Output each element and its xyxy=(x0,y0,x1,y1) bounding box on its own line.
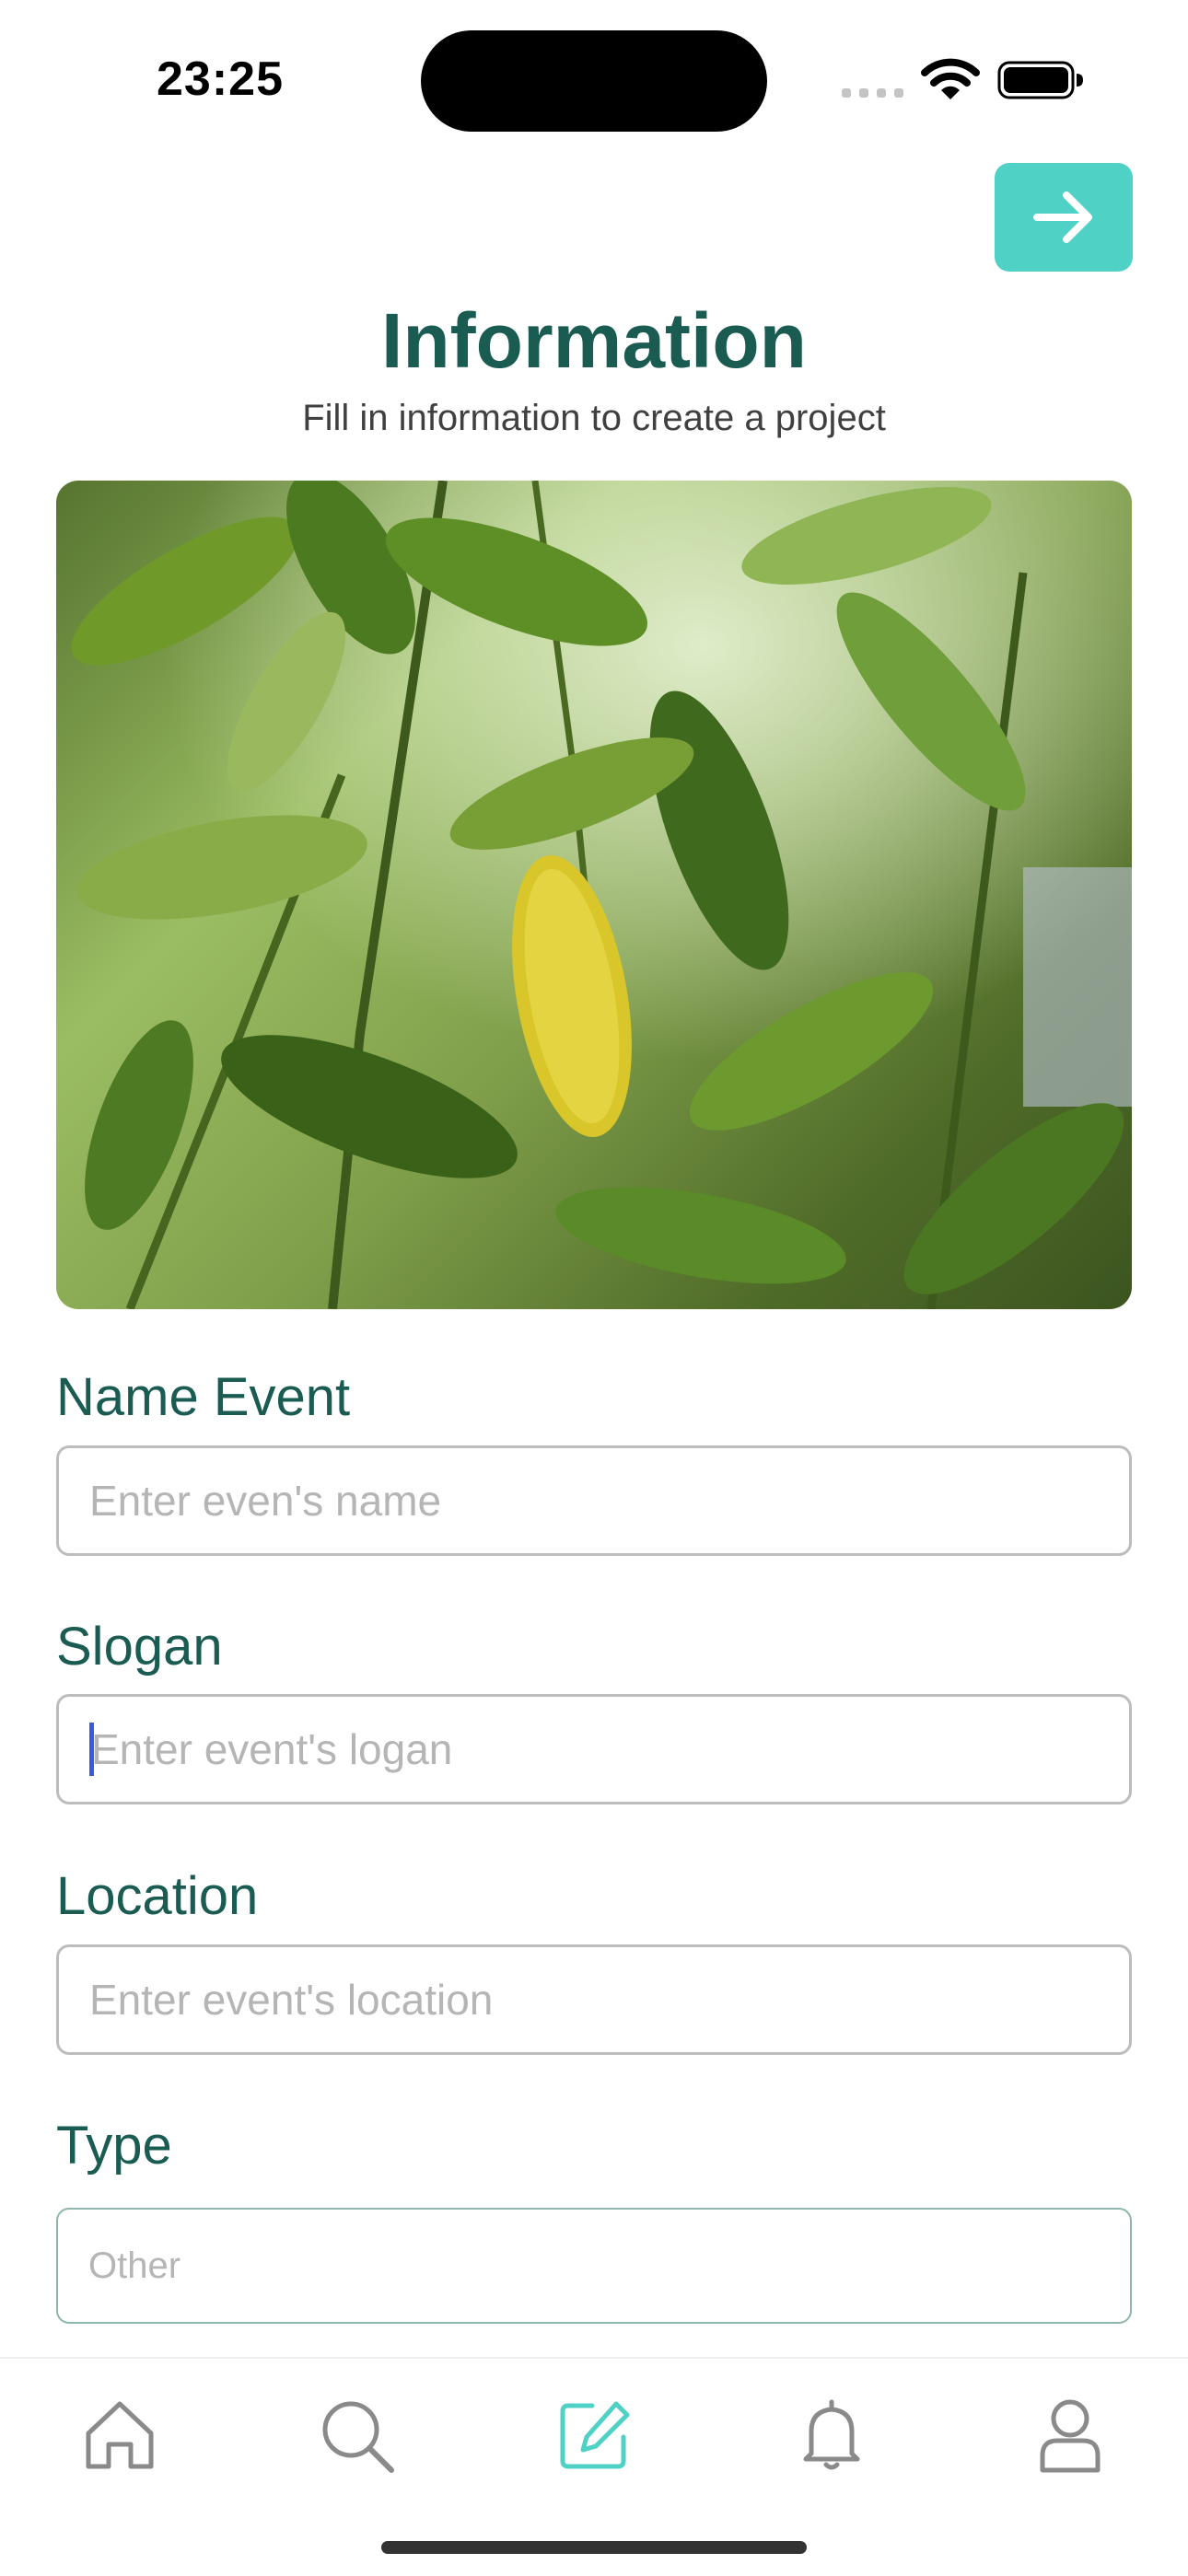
battery-icon xyxy=(997,60,1084,100)
home-icon xyxy=(86,2401,154,2469)
tab-create[interactable] xyxy=(553,2394,635,2477)
tab-home[interactable] xyxy=(78,2394,161,2477)
type-value: Other xyxy=(88,2245,181,2286)
location-label: Location xyxy=(56,1866,259,1926)
location-input[interactable]: Enter event's location xyxy=(56,1944,1132,2055)
next-button[interactable] xyxy=(995,163,1133,272)
page-subtitle: Fill in information to create a project xyxy=(302,398,886,438)
tab-profile[interactable] xyxy=(1029,2394,1112,2477)
bell-icon xyxy=(803,2399,860,2470)
dynamic-island xyxy=(421,30,767,132)
cover-image[interactable] xyxy=(56,481,1132,1309)
page-title: Information xyxy=(381,297,807,384)
name-event-label: Name Event xyxy=(56,1367,351,1427)
cellular-signal-icon xyxy=(842,85,904,98)
home-indicator[interactable] xyxy=(381,2541,807,2554)
slogan-label: Slogan xyxy=(56,1617,223,1677)
tab-search[interactable] xyxy=(315,2394,398,2477)
name-event-placeholder: Enter even's name xyxy=(89,1477,442,1525)
type-label: Type xyxy=(56,2116,172,2176)
search-icon xyxy=(322,2401,394,2473)
slogan-placeholder: Enter event's logan xyxy=(91,1725,453,1773)
type-select[interactable]: Other xyxy=(56,2208,1132,2324)
wifi-icon xyxy=(921,57,980,101)
edit-icon xyxy=(560,2401,630,2469)
profile-icon xyxy=(1040,2399,1101,2473)
tab-notifications[interactable] xyxy=(790,2394,873,2477)
location-placeholder: Enter event's location xyxy=(89,1976,494,2024)
arrow-right-icon xyxy=(1033,191,1092,243)
slogan-input[interactable]: Enter event's logan xyxy=(56,1694,1132,1804)
name-event-input[interactable]: Enter even's name xyxy=(56,1445,1132,1556)
status-time: 23:25 xyxy=(157,52,284,106)
